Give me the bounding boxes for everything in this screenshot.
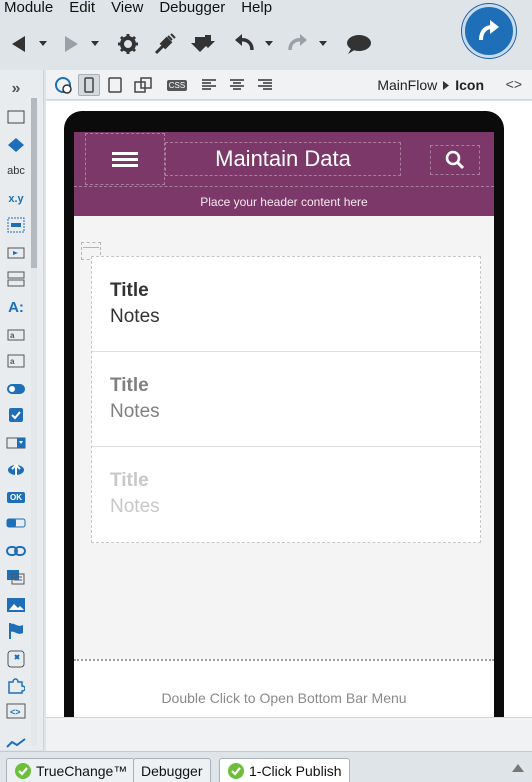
rotate-view-icon[interactable] [132,74,154,96]
tab-1-click-publish[interactable]: 1-Click Publish [219,758,350,782]
puzzle-widget-icon[interactable] [6,676,26,694]
editor-toolbar: CSS MainFlow Icon <> [46,70,532,100]
publish-arrow-icon [479,20,499,41]
undo-dropdown-icon[interactable] [262,30,276,58]
upload-widget-icon[interactable] [6,460,26,478]
list-item-notes: Notes [110,306,160,327]
redo-dropdown-icon[interactable] [316,30,330,58]
code-toggle-button[interactable]: <> [506,76,522,92]
phone-view-icon[interactable] [78,74,100,96]
label-widget-icon[interactable]: A: [6,298,26,316]
device-screen: Maintain Data Place your header content … [74,132,494,717]
back-icon[interactable] [6,30,32,58]
page-title[interactable]: Maintain Data [165,142,401,176]
check-circle-icon [15,763,31,779]
design-canvas[interactable]: Maintain Data Place your header content … [46,101,532,751]
if-widget-icon[interactable] [6,136,26,154]
canvas-footer [46,717,532,751]
breadcrumb: MainFlow Icon [377,77,484,93]
list-item-notes: Notes [110,496,160,517]
svg-text:a: a [10,357,15,366]
header-placeholder[interactable]: Place your header content here [74,186,494,216]
app-header[interactable]: Maintain Data Place your header content … [74,132,494,216]
download-icon[interactable] [188,30,220,58]
button-widget-icon[interactable]: OK [6,488,26,506]
menu-bar: Module Edit View Debugger Help [0,0,532,16]
svg-text:<>: <> [10,707,21,717]
image-widget-icon[interactable] [6,596,26,614]
menu-edit[interactable]: Edit [65,0,107,16]
tablet-view-icon[interactable] [104,74,126,96]
plug-icon[interactable] [150,30,180,58]
breadcrumb-parent[interactable]: MainFlow [377,77,437,93]
tab-label: Debugger [141,763,203,779]
textarea-widget-icon[interactable]: a [6,352,26,370]
tab-debugger[interactable]: Debugger [133,758,211,782]
dropdown-widget-icon[interactable] [6,434,26,452]
list-item-title: Title [110,280,149,301]
back-dropdown-icon[interactable] [36,30,50,58]
redo-icon[interactable] [284,30,312,58]
tab-label: TrueChange™ [36,763,128,779]
tab-truechange[interactable]: TrueChange™ [6,758,136,782]
list-item-title: Title [110,375,149,396]
gear-icon[interactable] [114,30,142,58]
expression-widget-icon[interactable]: x.y [6,190,26,208]
list-item-notes: Notes [110,401,160,422]
list-widget-icon[interactable] [6,568,26,586]
undo-icon[interactable] [230,30,258,58]
placeholder-widget-icon[interactable] [6,244,26,262]
widget-toolbar-scrollbar[interactable] [31,98,37,746]
search-icon[interactable] [430,145,480,175]
switch-widget-icon[interactable] [6,380,26,398]
tab-label: 1-Click Publish [249,763,342,779]
list-item[interactable]: Title Notes [92,352,480,447]
widget-toolbar: » abc x.y A: a a OK <> [0,70,44,750]
popup-widget-icon[interactable] [6,650,26,668]
align-center-icon[interactable] [226,74,248,96]
scrollbar-thumb[interactable] [31,98,37,268]
button-group-widget-icon[interactable] [6,514,26,532]
menu-icon[interactable] [85,133,165,185]
list-item[interactable]: Title Notes [92,447,480,542]
main-toolbar [0,22,460,68]
breadcrumb-current[interactable]: Icon [455,77,484,93]
code-widget-icon[interactable]: <> [6,702,26,720]
container-widget-icon[interactable] [6,108,26,126]
forward-dropdown-icon[interactable] [88,30,102,58]
data-list[interactable]: Title Notes Title Notes Title Notes [91,256,481,543]
list-item[interactable]: Title Notes [92,257,480,352]
forward-icon[interactable] [58,30,84,58]
list-item-title: Title [110,470,149,491]
align-left-icon[interactable] [198,74,220,96]
speech-bubble-icon[interactable] [342,30,374,58]
menu-help[interactable]: Help [237,0,284,16]
link-widget-icon[interactable] [6,542,26,560]
svg-text:a: a [10,331,15,340]
checkbox-widget-icon[interactable] [6,406,26,424]
menu-module[interactable]: Module [0,0,65,16]
main-content[interactable]: Title Notes Title Notes Title Notes [74,216,494,556]
menu-view[interactable]: View [107,0,155,16]
chart-widget-icon[interactable] [6,734,26,752]
css-icon[interactable]: CSS [166,74,188,96]
align-right-icon[interactable] [254,74,276,96]
preview-globe-icon[interactable] [52,74,74,96]
bottom-tabs: TrueChange™ Debugger 1-Click Publish [0,751,532,782]
publish-button[interactable] [462,4,516,58]
check-circle-icon [228,763,244,779]
text-widget-icon[interactable]: abc [6,162,26,180]
block-widget-icon[interactable] [6,216,26,234]
columns-widget-icon[interactable] [6,270,26,288]
bottom-bar[interactable]: Double Click to Open Bottom Bar Menu [74,659,494,717]
expand-panel-icon[interactable] [512,764,524,772]
flag-widget-icon[interactable] [6,622,26,640]
breadcrumb-separator-icon [443,80,450,90]
menu-debugger[interactable]: Debugger [155,0,237,16]
collapse-chevrons-icon[interactable]: » [6,80,26,98]
input-widget-icon[interactable]: a [6,326,26,344]
